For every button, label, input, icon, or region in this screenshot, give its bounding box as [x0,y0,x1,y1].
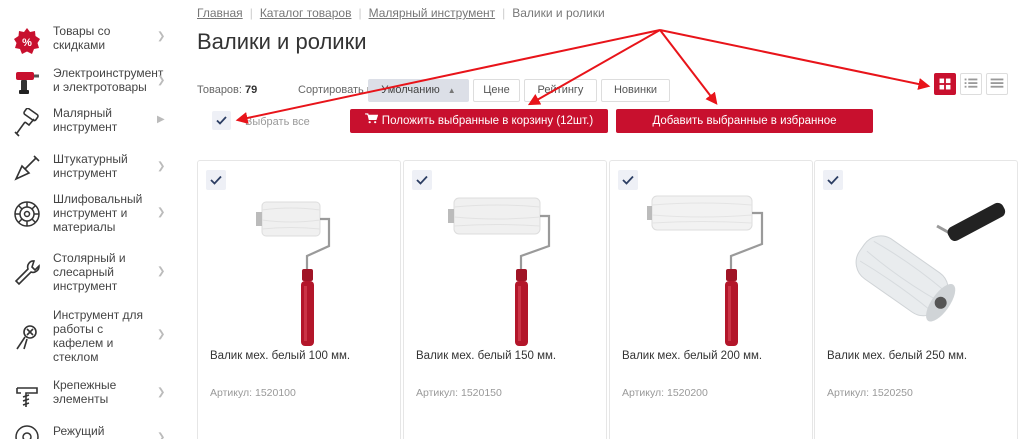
sidebar-item-fasteners[interactable]: Крепежные элементы ❯ [0,378,175,410]
chevron-right-icon: ❯ [157,207,166,218]
product-image [855,202,1006,322]
sort-price-button[interactable]: Цене [473,79,520,102]
breadcrumb: Главная | Каталог товаров | Малярный инструм… [197,6,605,20]
category-sidebar: % Товары со скидками ❯ Электроинструмент… [0,0,180,439]
fastener-icon [16,387,38,407]
wrench-icon [14,260,40,286]
paint-roller-icon [14,108,39,137]
chevron-right-icon: ▶ [157,114,165,125]
add-to-cart-label: Положить выбранные в корзину (12шт.) [381,115,594,128]
sidebar-item-tile-glass-tools[interactable]: Инструмент для работы с кафелем и стекло… [0,306,175,364]
annotation-arrow [659,29,931,90]
sort-option-label: Умолчанию [381,84,440,96]
product-image [647,195,764,346]
sidebar-item-plastering-tools[interactable]: Штукатурный инструмент ❯ [0,150,175,182]
add-to-favorites-label: Добавить выбранные в избранное [652,115,837,127]
chevron-right-icon: ❯ [157,161,166,172]
chevron-right-icon: ❯ [157,432,166,439]
sort-new-button[interactable]: Новинки [601,79,670,102]
drill-icon [16,72,39,94]
saw-blade-icon [15,425,39,439]
list-view-button[interactable] [960,73,982,95]
grid-view-button[interactable] [934,73,956,95]
product-count-label: Товаров: [197,84,242,96]
product-image [256,201,331,346]
add-selected-to-cart-button[interactable]: Положить выбранные в корзину (12шт.) [350,109,608,133]
sidebar-item-label: Шлифовальный инструмент и материалы [53,192,143,234]
product-card[interactable]: Валик мех. белый 250 мм. Артикул: 152025… [814,160,1018,439]
breadcrumb-link-painting-tools[interactable]: Малярный инструмент [369,6,496,20]
tile-cutter-icon [16,325,37,350]
sort-option-label: Новинки [613,84,658,96]
compact-list-view-button[interactable] [986,73,1008,95]
sidebar-item-discounts[interactable]: % Товары со скидками ❯ [0,20,175,54]
product-sku: Артикул: 1520200 [622,387,708,399]
sidebar-item-label: Инструмент для работы с кафелем и стекло… [53,308,144,364]
product-count: Товаров: 79 [197,84,257,96]
grid-view-icon [939,78,951,90]
sidebar-item-label: Малярный инструмент [53,106,118,134]
sidebar-item-label: Крепежные элементы [53,378,117,406]
sidebar-item-label: Столярный и слесарный инструмент [53,251,126,293]
sidebar-item-label: Электроинструмент и электротовары [53,66,164,94]
product-sku: Артикул: 1520150 [416,387,502,399]
breadcrumb-current: Валики и ролики [512,6,605,20]
sort-rating-button[interactable]: Рейтингу [524,79,597,102]
sort-option-label: Цене [483,84,510,96]
select-all-checkbox[interactable] [212,111,231,130]
breadcrumb-link-home[interactable]: Главная [197,6,243,20]
chevron-right-icon: ❯ [157,75,166,86]
chevron-right-icon: ❯ [157,266,166,277]
sidebar-item-label: Штукатурный инструмент [53,152,128,180]
sidebar-item-cutting-tools[interactable]: Режущий ❯ [0,420,175,439]
svg-text:%: % [22,37,32,49]
cart-icon [364,109,379,133]
product-title[interactable]: Валик мех. белый 200 мм. [622,350,762,362]
grinding-disc-icon [14,201,40,227]
product-count-value: 79 [245,84,258,96]
sort-default-button[interactable]: Умолчанию ▲ [368,79,469,102]
product-image [448,197,551,346]
add-selected-to-favorites-button[interactable]: Добавить выбранные в избранное [616,109,873,133]
discount-icon: % [14,28,40,54]
list-view-icon [964,78,978,88]
sidebar-item-painting-tools[interactable]: Малярный инструмент ▶ [0,104,175,137]
compact-list-view-icon [990,78,1004,88]
sort-option-label: Рейтингу [537,84,584,96]
breadcrumb-link-catalog[interactable]: Каталог товаров [260,6,352,20]
sidebar-item-carpentry-tools[interactable]: Столярный и слесарный инструмент ❯ [0,249,175,295]
product-sku: Артикул: 1520250 [827,387,913,399]
chevron-right-icon: ❯ [157,387,166,398]
product-card[interactable]: Валик мех. белый 150 мм. Артикул: 152015… [403,160,607,439]
product-card[interactable]: Валик мех. белый 200 мм. Артикул: 152020… [609,160,813,439]
caret-up-icon: ▲ [447,86,456,95]
product-title[interactable]: Валик мех. белый 250 мм. [827,350,967,362]
checkmark-icon [216,116,227,125]
sidebar-item-grinding-tools[interactable]: Шлифовальный инструмент и материалы ❯ [0,190,175,236]
select-all-label[interactable]: Выбрать все [245,116,310,128]
page-title: Валики и ролики [197,29,367,54]
product-title[interactable]: Валик мех. белый 100 мм. [210,350,350,362]
trowel-icon [14,155,40,181]
chevron-right-icon: ❯ [157,31,166,42]
chevron-right-icon: ❯ [157,329,166,340]
sidebar-item-label: Режущий [53,424,105,438]
product-card[interactable]: Валик мех. белый 100 мм. Артикул: 152010… [197,160,401,439]
sidebar-item-label: Товары со скидками [53,24,111,52]
sidebar-item-power-tools[interactable]: Электроинструмент и электротовары ❯ [0,64,175,96]
product-sku: Артикул: 1520100 [210,387,296,399]
product-title[interactable]: Валик мех. белый 150 мм. [416,350,556,362]
